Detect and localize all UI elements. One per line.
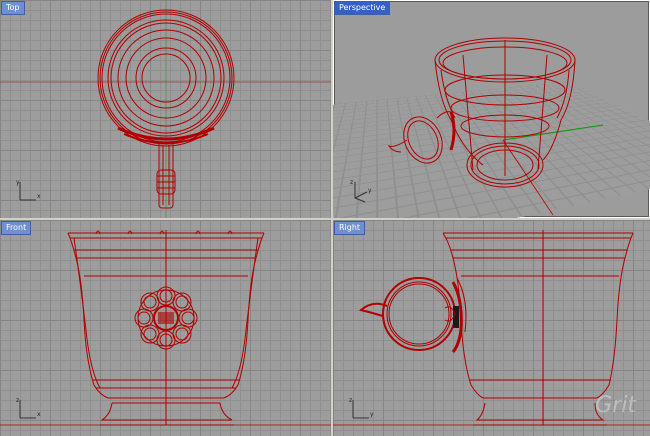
axis-label-v: z	[16, 397, 19, 404]
viewport-label-front[interactable]: Front	[1, 221, 32, 235]
axis-label-h: x	[37, 411, 41, 418]
axis-icon: y x	[16, 179, 41, 201]
viewport-right[interactable]: z y Grit Right	[333, 220, 650, 436]
watermark: Grit	[595, 393, 636, 418]
viewport-label-right[interactable]: Right	[334, 221, 366, 235]
axis-icon: z y	[350, 179, 372, 203]
viewport-label-perspective[interactable]: Perspective	[334, 1, 391, 15]
axis-label-h: y	[368, 187, 372, 194]
cup-front-wireframe	[0, 230, 331, 426]
axis-icon: z x	[16, 397, 41, 419]
axis-label-v: z	[349, 397, 352, 404]
viewport-label-top[interactable]: Top	[1, 1, 25, 15]
axis-label-v: y	[16, 179, 20, 186]
cup-perspective-wireframe	[387, 37, 604, 216]
axis-label-h: y	[370, 411, 374, 418]
axis-label-v: z	[350, 179, 353, 186]
viewport-front[interactable]: z x Front	[0, 220, 331, 436]
axis-label-h: x	[37, 193, 41, 200]
viewport-top[interactable]: y x Top	[0, 0, 331, 218]
viewport-perspective[interactable]: z y Perspective	[333, 0, 650, 218]
cup-top-wireframe	[0, 0, 331, 218]
axis-icon: z y	[349, 397, 374, 419]
